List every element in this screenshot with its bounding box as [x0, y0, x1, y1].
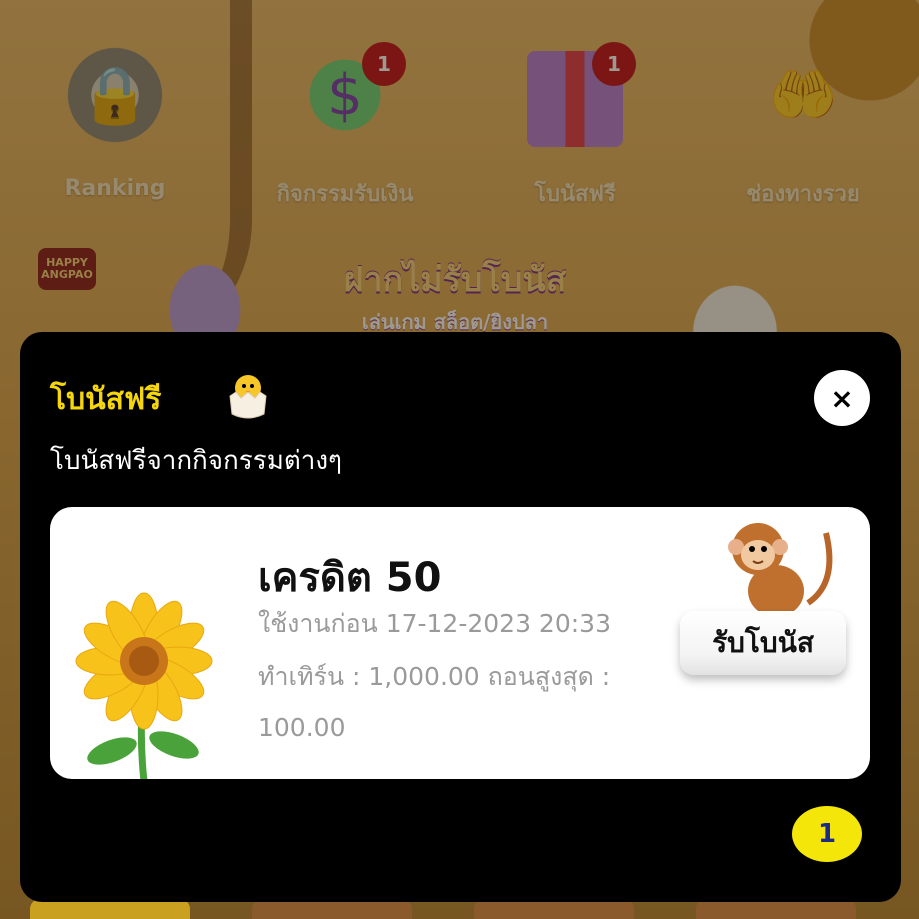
- bottom-tab[interactable]: [696, 899, 856, 919]
- modal-subtitle: โบนัสฟรีจากกิจกรรมต่างๆ: [50, 446, 342, 476]
- claim-bonus-button[interactable]: รับโบนัส: [680, 611, 846, 675]
- sunflower-icon: [75, 592, 213, 779]
- bottom-tab[interactable]: [252, 899, 412, 919]
- page-count-badge: 1: [792, 806, 862, 862]
- modal-title: โบนัสฟรี: [50, 382, 162, 417]
- credit-title: เครดิต 50: [258, 555, 442, 601]
- turnover-text: ทำเทิร์น : 1,000.00 ถอนสูงสุด :: [258, 662, 611, 691]
- monkey-icon: [728, 523, 833, 617]
- bottom-tabs: [0, 899, 919, 919]
- close-button[interactable]: ×: [814, 370, 870, 426]
- chick-icon: [229, 375, 267, 419]
- bottom-tab[interactable]: [30, 899, 190, 919]
- bottom-tab[interactable]: [474, 899, 634, 919]
- bonus-card: เครดิต 50 ใช้งานก่อน 17-12-2023 20:33 ทำ…: [50, 507, 870, 779]
- max-withdraw-value: 100.00: [258, 713, 346, 742]
- expire-text: ใช้งานก่อน 17-12-2023 20:33: [258, 609, 611, 638]
- free-bonus-modal: โบนัสฟรี × โบนัสฟรีจากกิจกรรมต่างๆ เครดิ…: [20, 332, 901, 902]
